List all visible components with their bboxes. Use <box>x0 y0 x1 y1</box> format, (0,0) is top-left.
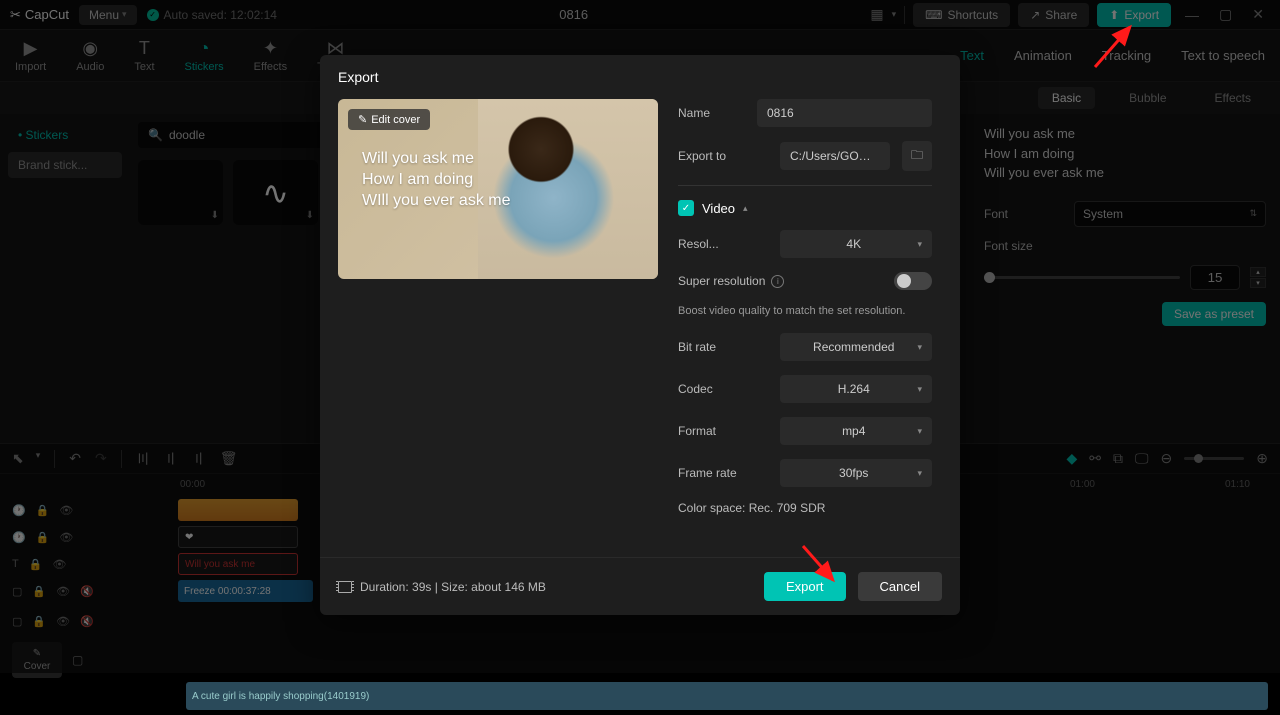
codec-label: Codec <box>678 382 768 396</box>
video-checkbox[interactable]: ✓ <box>678 200 694 216</box>
export-info: Duration: 39s | Size: about 146 MB <box>338 580 546 594</box>
cover-preview: ✎ Edit cover Will you ask me How I am do… <box>338 99 658 279</box>
folder-icon: 🗀 <box>911 146 923 167</box>
info-icon[interactable]: i <box>771 275 784 288</box>
chevron-down-icon: ▾ <box>917 342 922 353</box>
format-value: mp4 <box>790 424 917 438</box>
chevron-down-icon: ▾ <box>917 384 922 395</box>
video-section-label: Video <box>702 201 735 216</box>
dialog-form: Name Export to C:/Users/GOOD WILL ... 🗀 … <box>678 99 942 557</box>
exportto-value: C:/Users/GOOD WILL ... <box>780 142 890 170</box>
resolution-value: 4K <box>790 237 917 251</box>
video-section-header: ✓ Video ▴ <box>678 200 932 216</box>
chevron-down-icon: ▾ <box>917 239 922 250</box>
cover-text: Will you ask me How I am doing WIll you … <box>362 149 510 211</box>
clip-label: A cute girl is happily shopping(1401919) <box>192 691 369 702</box>
toggle-knob <box>897 274 911 288</box>
form-row: Frame rate 30fps▾ <box>678 459 932 487</box>
format-select[interactable]: mp4▾ <box>780 417 932 445</box>
resolution-select[interactable]: 4K▾ <box>780 230 932 258</box>
audio-track: A cute girl is happily shopping(1401919) <box>0 684 1280 708</box>
bitrate-label: Bit rate <box>678 340 768 354</box>
export-confirm-button[interactable]: Export <box>764 572 846 601</box>
dialog-body: ✎ Edit cover Will you ask me How I am do… <box>320 99 960 557</box>
resolution-label: Resol... <box>678 237 768 251</box>
framerate-value: 30fps <box>790 466 917 480</box>
form-row: Super resolution i <box>678 272 932 290</box>
cancel-button[interactable]: Cancel <box>858 572 942 601</box>
name-input[interactable] <box>757 99 932 127</box>
film-icon <box>338 581 352 593</box>
bitrate-select[interactable]: Recommended▾ <box>780 333 932 361</box>
framerate-select[interactable]: 30fps▾ <box>780 459 932 487</box>
dialog-footer: Duration: 39s | Size: about 146 MB Expor… <box>320 557 960 615</box>
codec-select[interactable]: H.264▾ <box>780 375 932 403</box>
superres-help: Boost video quality to match the set res… <box>678 304 932 319</box>
bitrate-value: Recommended <box>790 340 917 354</box>
chevron-up-icon[interactable]: ▴ <box>743 203 748 214</box>
audio-clip[interactable]: A cute girl is happily shopping(1401919) <box>186 682 1268 710</box>
dialog-title: Export <box>320 55 960 99</box>
cover-line: WIll you ever ask me <box>362 191 510 212</box>
edit-cover-button[interactable]: ✎ Edit cover <box>348 109 430 130</box>
form-row: Name <box>678 99 932 127</box>
edit-cover-label: Edit cover <box>371 114 420 126</box>
form-row: Export to C:/Users/GOOD WILL ... 🗀 <box>678 141 932 171</box>
framerate-label: Frame rate <box>678 466 768 480</box>
superres-toggle[interactable] <box>894 272 932 290</box>
superres-label: Super resolution <box>678 274 765 288</box>
form-row: Codec H.264▾ <box>678 375 932 403</box>
divider <box>678 185 932 186</box>
colorspace-info: Color space: Rec. 709 SDR <box>678 501 932 515</box>
pencil-icon: ✎ <box>358 113 367 126</box>
form-row: Format mp4▾ <box>678 417 932 445</box>
dialog-left: ✎ Edit cover Will you ask me How I am do… <box>338 99 658 557</box>
duration-label: Duration: 39s | Size: about 146 MB <box>360 580 546 594</box>
form-row: Bit rate Recommended▾ <box>678 333 932 361</box>
browse-folder-button[interactable]: 🗀 <box>902 141 932 171</box>
chevron-down-icon: ▾ <box>917 468 922 479</box>
format-label: Format <box>678 424 768 438</box>
form-row: Resol... 4K▾ <box>678 230 932 258</box>
cover-line: Will you ask me <box>362 149 510 170</box>
export-dialog: Export ✎ Edit cover Will you ask me How … <box>320 55 960 615</box>
exportto-label: Export to <box>678 149 768 163</box>
name-label: Name <box>678 106 745 120</box>
cover-line: How I am doing <box>362 170 510 191</box>
chevron-down-icon: ▾ <box>917 426 922 437</box>
codec-value: H.264 <box>790 382 917 396</box>
